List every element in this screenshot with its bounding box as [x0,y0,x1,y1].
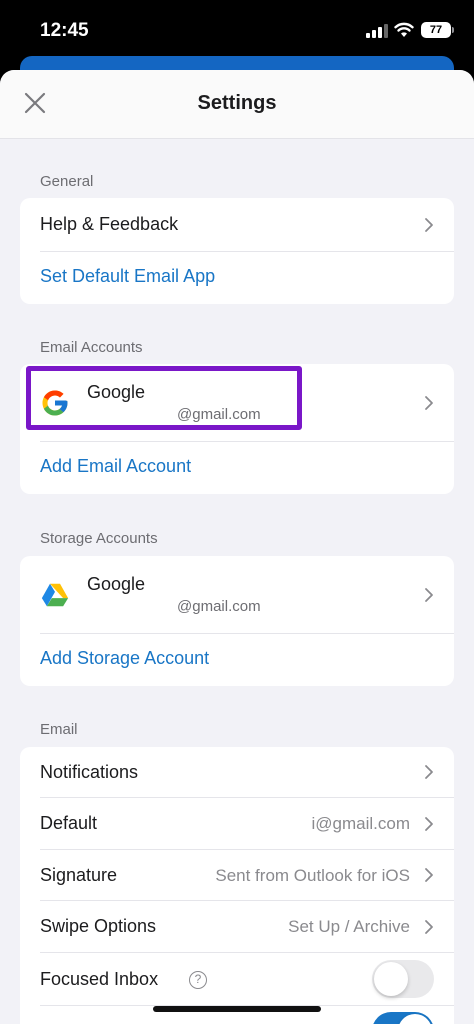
home-indicator [153,1006,321,1012]
notifications-label: Notifications [40,762,139,782]
set-default-email-app-row[interactable]: Set Default Email App [20,252,454,304]
signature-row[interactable]: Signature Sent from Outlook for iOS [20,850,454,900]
storage-account-name: Google [87,574,146,594]
set-default-email-app-link[interactable]: Set Default Email App [40,266,215,287]
storage-accounts-card: Google @gmail.com Add Storage Account [20,556,454,686]
default-account-value: i@gmail.com [311,814,411,833]
help-feedback-label: Help & Feedback [40,214,179,234]
signature-label: Signature [40,865,118,885]
battery-icon: 77 [421,22,451,38]
add-email-account-row[interactable]: Add Email Account [20,442,454,494]
chevron-right-icon [425,218,433,232]
default-account-label: Default [40,813,98,833]
storage-account-row[interactable]: Google @gmail.com [20,556,454,633]
chevron-right-icon [425,920,433,934]
toggle-knob [374,962,408,996]
section-label-email: Email [40,721,78,738]
chevron-right-icon [425,868,433,882]
wifi-icon [394,22,414,37]
add-storage-account-link[interactable]: Add Storage Account [40,648,209,669]
email-card: Notifications Default i@gmail.com Signat… [20,747,454,1024]
settings-sheet: Settings General Help & Feedback Set Def… [0,70,474,1024]
swipe-options-label: Swipe Options [40,916,157,936]
status-bar: 12:45 77 [0,0,474,62]
signature-value: Sent from Outlook for iOS [215,866,410,885]
battery-tip [452,27,454,33]
section-label-general: General [40,173,94,190]
section-label-email-accounts: Email Accounts [40,339,143,356]
section-label-storage-accounts: Storage Accounts [40,530,158,547]
help-circle-icon[interactable]: ? [189,971,207,989]
organize-by-thread-toggle[interactable] [372,1012,434,1024]
cellular-signal-icon [366,24,388,38]
default-account-row[interactable]: Default i@gmail.com [20,798,454,849]
storage-account-address: @gmail.com [177,598,261,615]
page-title: Settings [197,92,277,114]
notifications-row[interactable]: Notifications [20,747,454,797]
highlight-box [26,366,302,430]
focused-inbox-label: Focused Inbox [40,969,159,989]
toggle-knob [398,1014,432,1024]
sheet-header: Settings [0,70,474,139]
swipe-options-row[interactable]: Swipe Options Set Up / Archive [20,901,454,952]
general-card: Help & Feedback Set Default Email App [20,198,454,304]
chevron-right-icon [425,588,433,602]
status-time: 12:45 [40,20,89,41]
chevron-right-icon [425,817,433,831]
chevron-right-icon [425,765,433,779]
add-storage-account-row[interactable]: Add Storage Account [20,634,454,686]
focused-inbox-toggle[interactable] [372,960,434,998]
chevron-right-icon [425,396,433,410]
google-drive-icon [41,583,69,607]
help-feedback-row[interactable]: Help & Feedback [20,198,454,251]
add-email-account-link[interactable]: Add Email Account [40,456,191,477]
swipe-options-value: Set Up / Archive [288,917,410,936]
focused-inbox-row: Focused Inbox ? [20,953,454,1005]
